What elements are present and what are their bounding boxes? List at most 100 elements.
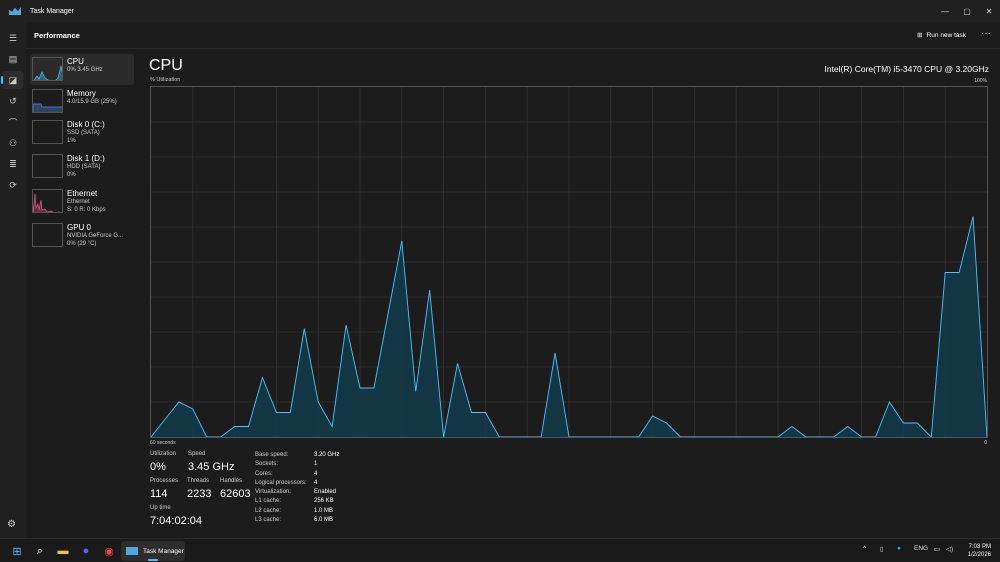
spec-row: L1 cache: 256 KB bbox=[255, 497, 339, 506]
nav-item-name: CPU bbox=[67, 57, 84, 66]
nav-item-disk-0-c[interactable]: Disk 0 (C:) SSD (SATA) 1% bbox=[30, 117, 134, 148]
threads-value: 2233 bbox=[187, 488, 212, 500]
mini-graph bbox=[32, 57, 63, 81]
nav-item-detail-2: S: 0 R: 0 Kbps bbox=[67, 207, 106, 213]
x-axis-label: 60 seconds bbox=[150, 440, 176, 446]
spec-value: 4 bbox=[314, 479, 318, 486]
cpu-specs: Base speed: 3.20 GHz Sockets: 1 Cores: 4 Logic… bbox=[255, 451, 339, 525]
nav-item-detail-2: 1% bbox=[67, 138, 76, 144]
usb-icon[interactable]: ▯ bbox=[880, 545, 884, 553]
uptime-label: Up time bbox=[150, 505, 171, 511]
spec-label: Logical processors: bbox=[255, 479, 307, 486]
services-icon[interactable]: ⟳ bbox=[3, 176, 23, 194]
mini-graph bbox=[32, 154, 63, 178]
run-task-icon: ⊞ bbox=[917, 32, 923, 39]
nav-item-name: Ethernet bbox=[67, 189, 98, 198]
more-options-button[interactable]: ··· bbox=[981, 28, 991, 39]
processes-label: Processes bbox=[150, 478, 179, 484]
menu-icon[interactable]: ☰ bbox=[3, 29, 23, 47]
processes-icon[interactable]: ▤ bbox=[3, 50, 23, 68]
performance-icon[interactable]: ◪ bbox=[1, 71, 23, 89]
chrome-icon[interactable]: ◉ bbox=[101, 543, 117, 559]
nav-item-disk-1-d[interactable]: Disk 1 (D:) HDD (SATA) 0% bbox=[30, 151, 134, 182]
spec-row: Virtualization: Enabled bbox=[255, 488, 339, 497]
speed-value: 3.45 GHz bbox=[188, 461, 235, 473]
cpu-graph-svg bbox=[150, 87, 988, 439]
details-icon[interactable]: ≣ bbox=[3, 155, 23, 173]
network-icon[interactable]: ▭ bbox=[934, 545, 940, 553]
handles-label: Handles bbox=[220, 478, 243, 484]
date: 1/2/2026 bbox=[967, 552, 991, 558]
run-new-task-label: Run new task bbox=[926, 31, 966, 39]
nav-item-memory[interactable]: Memory 4.0/15.9 GB (25%) bbox=[30, 86, 134, 117]
clock[interactable]: 7:03 PM 1/2/2026 bbox=[968, 543, 991, 559]
mini-graph bbox=[32, 189, 63, 213]
spec-value: 3.20 GHz bbox=[314, 452, 340, 458]
nav-item-detail: 4.0/15.9 GB (25%) bbox=[67, 99, 117, 105]
spec-row: L2 cache: 1.0 MB bbox=[255, 507, 339, 516]
nav-item-detail: 0% 3.45 GHz bbox=[67, 67, 103, 73]
time: 7:03 PM bbox=[968, 544, 991, 550]
mini-graph bbox=[32, 120, 63, 144]
nav-item-cpu[interactable]: CPU 0% 3.45 GHz bbox=[30, 54, 134, 85]
x-min-label: 0 bbox=[984, 440, 987, 446]
nav-item-gpu-0[interactable]: GPU 0 NVIDIA GeForce G... 0% (29 °C) bbox=[30, 220, 134, 251]
spec-label: Cores: bbox=[255, 470, 273, 477]
utilization-label: Utilization bbox=[150, 451, 177, 457]
settings-icon[interactable]: ⚙ bbox=[7, 519, 16, 530]
processes-value: 114 bbox=[150, 488, 168, 500]
spec-label: L1 cache: bbox=[255, 498, 282, 505]
language-indicator[interactable]: ENG bbox=[914, 545, 928, 552]
spec-value: 4 bbox=[314, 470, 318, 477]
search-icon[interactable]: ⌕ bbox=[32, 543, 48, 559]
chevron-up-icon[interactable]: ^ bbox=[863, 545, 866, 552]
cpu-panel: CPU Intel(R) Core(TM) i5-3470 CPU @ 3.20… bbox=[140, 50, 1000, 538]
file-explorer-icon[interactable]: ▬ bbox=[55, 543, 71, 559]
nav-item-detail: SSD (SATA) bbox=[67, 130, 100, 136]
spec-row: L3 cache: 6.0 MB bbox=[255, 516, 339, 525]
spec-value: 1 bbox=[314, 461, 318, 468]
users-icon[interactable]: ⚇ bbox=[3, 134, 23, 152]
resource-list: CPU 0% 3.45 GHz Memory 4.0/15.9 GB (25%)… bbox=[26, 50, 140, 538]
start-icon[interactable]: ⊞ bbox=[9, 543, 25, 559]
spec-row: Cores: 4 bbox=[255, 470, 339, 479]
header: Performance ⊞ Run new task ··· bbox=[26, 22, 1000, 49]
spec-row: Logical processors: 4 bbox=[255, 479, 339, 488]
taskbar: ⊞ ⌕ ▬ ● ◉ Task Manager ^ ▯ ● ENG ▭ ◁) 7:… bbox=[0, 538, 1000, 562]
spec-label: Virtualization: bbox=[255, 489, 291, 496]
taskbar-task-manager[interactable]: Task Manager bbox=[121, 541, 185, 561]
cpu-utilization-graph bbox=[150, 86, 988, 439]
page-title: Performance bbox=[34, 31, 80, 40]
speed-label: Speed bbox=[188, 451, 206, 457]
threads-label: Threads bbox=[187, 478, 210, 484]
cpu-model: Intel(R) Core(TM) i5-3470 CPU @ 3.20GHz bbox=[824, 64, 989, 74]
close-button[interactable]: ✕ bbox=[978, 0, 1000, 22]
app-history-icon[interactable]: ↺ bbox=[3, 92, 23, 110]
mini-graph bbox=[32, 223, 63, 247]
nav-item-detail: Ethernet bbox=[67, 199, 90, 205]
nav-item-name: Disk 0 (C:) bbox=[67, 120, 105, 129]
volume-icon[interactable]: ◁) bbox=[946, 545, 953, 553]
nav-item-detail: HDD (SATA) bbox=[67, 164, 101, 170]
nav-item-detail: NVIDIA GeForce G... bbox=[67, 233, 124, 239]
nav-item-ethernet[interactable]: Ethernet Ethernet S: 0 R: 0 Kbps bbox=[30, 186, 134, 217]
spec-row: Base speed: 3.20 GHz bbox=[255, 451, 339, 460]
spec-value: 1.0 MB bbox=[314, 507, 334, 514]
network-globe-icon[interactable]: ● bbox=[897, 545, 901, 552]
spec-value: 6.0 MB bbox=[314, 517, 334, 524]
run-new-task-button[interactable]: ⊞ Run new task bbox=[917, 31, 966, 40]
spec-value: Enabled bbox=[314, 489, 337, 496]
startup-icon[interactable]: ⌒ bbox=[3, 113, 23, 131]
spec-label: Sockets: bbox=[255, 461, 279, 468]
minimize-button[interactable]: — bbox=[934, 0, 956, 22]
navigation-rail: ☰ ▤ ◪ ↺ ⌒ ⚇ ≣ ⟳ bbox=[0, 22, 26, 538]
spec-row: Sockets: 1 bbox=[255, 460, 339, 469]
handles-value: 62603 bbox=[220, 488, 251, 500]
task-manager-icon bbox=[126, 547, 138, 555]
nav-item-detail-2: 0% bbox=[67, 172, 76, 178]
cpu-title: CPU bbox=[149, 57, 183, 74]
discord-icon[interactable]: ● bbox=[78, 543, 94, 559]
mini-graph bbox=[32, 89, 63, 113]
maximize-button[interactable]: ▢ bbox=[956, 0, 978, 22]
y-axis-label: % Utilization bbox=[150, 77, 181, 83]
